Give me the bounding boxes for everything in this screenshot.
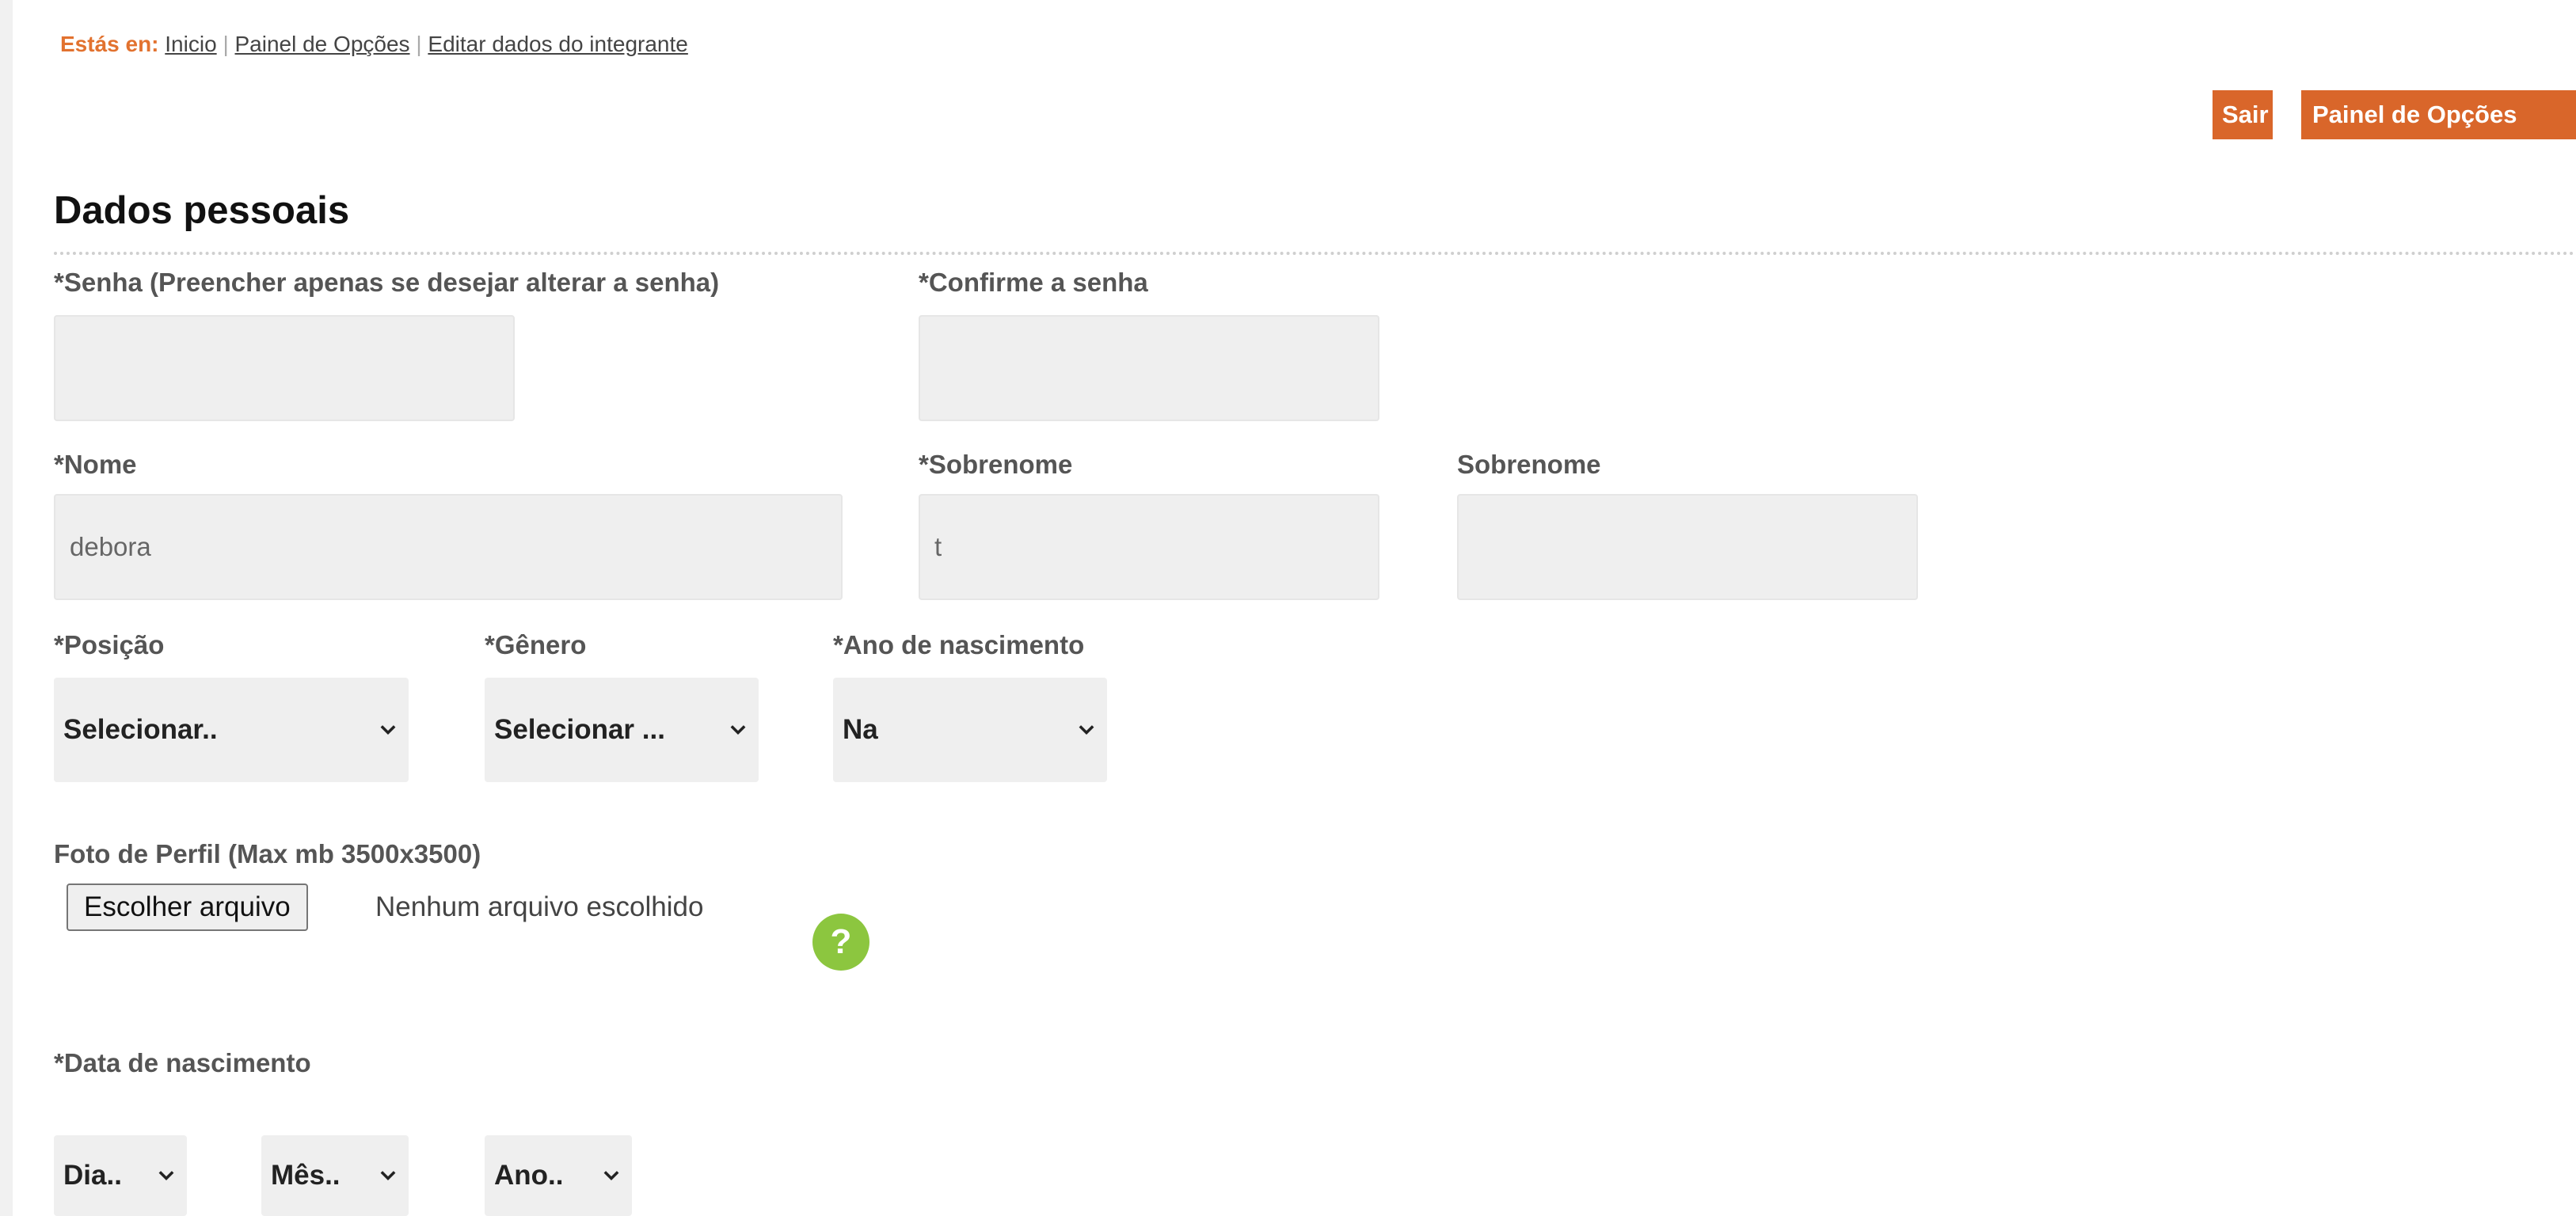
confirm-password-input[interactable] <box>919 315 1379 421</box>
position-label: *Posição <box>54 630 165 659</box>
gender-select[interactable]: Selecionar ... <box>485 678 759 782</box>
last-name-input[interactable] <box>919 494 1379 600</box>
options-panel-button[interactable]: Painel de Opções <box>2301 90 2576 139</box>
birth-day-select[interactable]: Dia.. <box>54 1135 187 1216</box>
password-input[interactable] <box>54 315 515 421</box>
gender-label: *Gênero <box>485 630 587 659</box>
gender-select-value: Selecionar ... <box>494 714 665 745</box>
birth-month-select-value: Mês.. <box>271 1160 341 1191</box>
chevron-down-icon <box>730 725 746 735</box>
section-title: Dados pessoais <box>54 189 350 232</box>
chevron-down-icon <box>380 725 396 735</box>
birth-year-date-select[interactable]: Ano.. <box>485 1135 632 1216</box>
birth-year-select[interactable]: Na <box>833 678 1107 782</box>
left-border-strip <box>0 0 13 1216</box>
chevron-down-icon <box>603 1171 619 1180</box>
breadcrumb-link-edit-member[interactable]: Editar dados do integrante <box>428 32 687 56</box>
chevron-down-icon <box>158 1171 174 1180</box>
birth-year-date-select-value: Ano.. <box>494 1160 564 1191</box>
position-select-value: Selecionar.. <box>63 714 218 745</box>
birth-month-select[interactable]: Mês.. <box>261 1135 409 1216</box>
password-label: *Senha (Preencher apenas se desejar alte… <box>54 268 720 297</box>
section-divider <box>54 252 2576 255</box>
position-select[interactable]: Selecionar.. <box>54 678 409 782</box>
breadcrumb: Estás en: Inicio | Painel de Opções | Ed… <box>60 32 688 57</box>
second-last-name-input[interactable] <box>1457 494 1918 600</box>
confirm-password-label: *Confirme a senha <box>919 268 1148 297</box>
first-name-label: *Nome <box>54 450 137 479</box>
second-last-name-label: Sobrenome <box>1457 450 1601 479</box>
last-name-label: *Sobrenome <box>919 450 1073 479</box>
choose-file-button[interactable]: Escolher arquivo <box>67 884 308 931</box>
file-status-text: Nenhum arquivo escolhido <box>375 891 704 922</box>
breadcrumb-separator: | <box>223 32 229 56</box>
chevron-down-icon <box>1079 725 1094 735</box>
birth-date-label: *Data de nascimento <box>54 1048 311 1077</box>
logout-button[interactable]: Sair <box>2213 90 2273 139</box>
breadcrumb-link-options-panel[interactable]: Painel de Opções <box>235 32 410 56</box>
breadcrumb-separator: | <box>416 32 422 56</box>
profile-photo-label: Foto de Perfil (Max mb 3500x3500) <box>54 839 481 868</box>
birth-year-label: *Ano de nascimento <box>833 630 1085 659</box>
breadcrumb-lead: Estás en: <box>60 32 159 56</box>
chevron-down-icon <box>380 1171 396 1180</box>
birth-day-select-value: Dia.. <box>63 1160 122 1191</box>
birth-year-select-value: Na <box>843 714 878 745</box>
question-mark-icon[interactable]: ? <box>812 914 869 971</box>
first-name-input[interactable] <box>54 494 843 600</box>
breadcrumb-link-home[interactable]: Inicio <box>165 32 216 56</box>
